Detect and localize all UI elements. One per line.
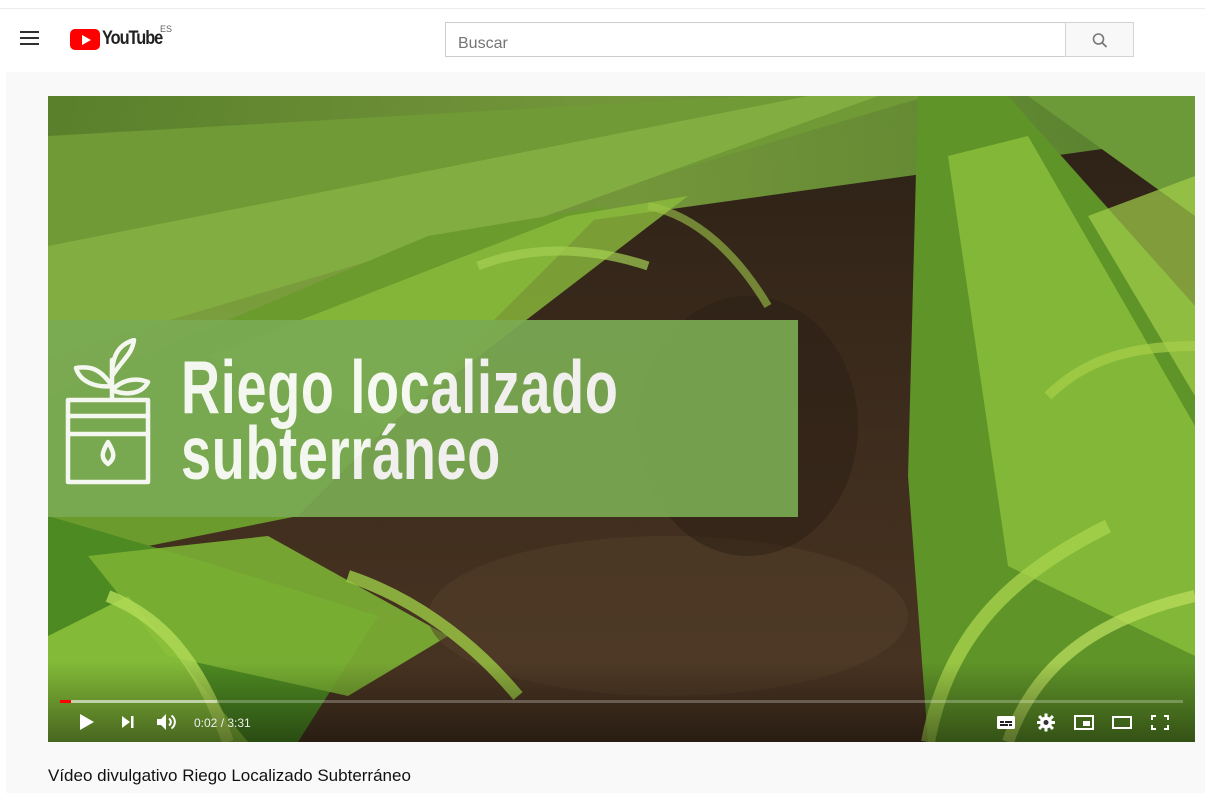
- duration: 3:31: [227, 716, 251, 730]
- overlay-title-line2: subterráneo: [181, 411, 502, 495]
- search-input[interactable]: [445, 22, 1066, 57]
- search-icon: [1092, 33, 1107, 48]
- mute-button[interactable]: [154, 710, 180, 734]
- youtube-logo[interactable]: YouTube ES: [70, 24, 172, 50]
- current-time: 0:02: [194, 716, 218, 730]
- gear-icon: [1037, 713, 1055, 732]
- play-button[interactable]: [76, 710, 98, 734]
- video-title: Vídeo divulgativo Riego Localizado Subte…: [48, 766, 411, 785]
- video-player[interactable]: Riego localizado subterráneo 0:02 / 3:31: [48, 96, 1195, 742]
- logo-text: YouTube: [102, 28, 163, 49]
- theater-mode-button[interactable]: [1110, 710, 1134, 734]
- progress-bar[interactable]: [60, 700, 1183, 703]
- volume-icon: [157, 714, 176, 730]
- plant-drip-irrigation-icon: [65, 338, 151, 485]
- search-button[interactable]: [1065, 22, 1134, 57]
- progress-played: [60, 700, 71, 703]
- subtitles-button[interactable]: [994, 710, 1018, 734]
- fullscreen-button[interactable]: [1148, 710, 1172, 734]
- logo-region-code: ES: [160, 24, 173, 34]
- play-icon: [80, 714, 94, 730]
- next-icon: [122, 716, 134, 728]
- miniplayer-icon: [1074, 715, 1094, 730]
- miniplayer-button[interactable]: [1072, 710, 1096, 734]
- next-button[interactable]: [118, 710, 138, 734]
- progress-loaded: [60, 700, 218, 703]
- time-display: 0:02 / 3:31: [194, 716, 251, 730]
- overlay-title: Riego localizado subterráneo: [181, 350, 619, 495]
- time-separator: /: [217, 716, 228, 730]
- youtube-play-logo-icon: [70, 28, 100, 50]
- subtitles-icon: [997, 716, 1015, 729]
- masthead: YouTube ES: [0, 0, 1205, 72]
- fullscreen-icon: [1151, 715, 1169, 730]
- top-divider: [0, 8, 1205, 9]
- hamburger-menu-icon[interactable]: [19, 28, 41, 48]
- settings-button[interactable]: [1034, 710, 1058, 734]
- title-overlay-banner: Riego localizado subterráneo: [48, 320, 798, 517]
- theater-mode-icon: [1112, 716, 1132, 729]
